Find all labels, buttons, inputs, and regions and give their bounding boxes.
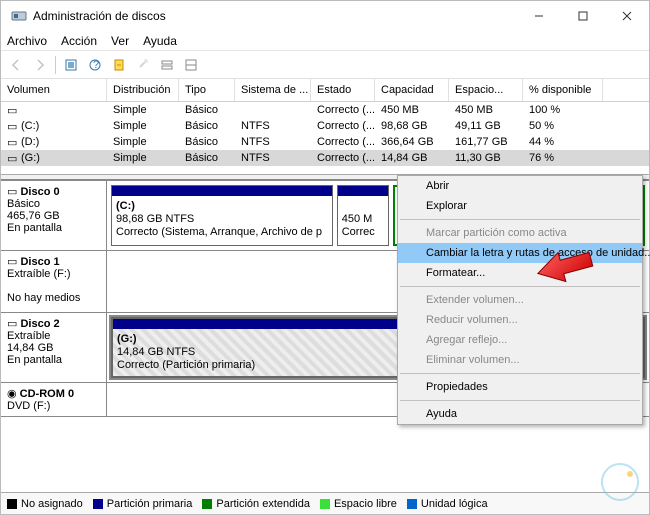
partition[interactable]: 450 MCorrec (337, 185, 389, 246)
ctx-eliminar[interactable]: Eliminar volumen... (398, 350, 642, 370)
legend-item: Partición extendida (202, 498, 310, 510)
pointer-arrow-icon (532, 252, 602, 305)
disk-label[interactable]: ◉ CD-ROM 0 DVD (F:) (1, 383, 107, 416)
col-tipo[interactable]: Tipo (179, 79, 235, 101)
ctx-abrir[interactable]: Abrir (398, 176, 642, 196)
disk-name: Disco 1 (20, 256, 59, 268)
col-volumen[interactable]: Volumen (1, 79, 107, 101)
volume-columns: Volumen Distribución Tipo Sistema de ...… (1, 79, 649, 102)
ctx-cambiar-letra[interactable]: Cambiar la letra y rutas de acceso de un… (398, 243, 642, 263)
partition[interactable]: (C:)98,68 GB NTFSCorrecto (Sistema, Arra… (111, 185, 333, 246)
menu-separator (400, 219, 640, 220)
context-menu: Abrir Explorar Marcar partición como act… (397, 175, 643, 425)
disk-icon: ▭ (7, 186, 17, 198)
legend-item: Unidad lógica (407, 498, 488, 510)
ctx-reflejo[interactable]: Agregar reflejo... (398, 330, 642, 350)
action-button[interactable] (108, 54, 130, 76)
col-espacio[interactable]: Espacio... (449, 79, 523, 101)
app-icon (9, 6, 29, 26)
swatch (202, 499, 212, 509)
window-title: Administración de discos (33, 9, 166, 23)
col-capacidad[interactable]: Capacidad (375, 79, 449, 101)
close-button[interactable] (605, 1, 649, 31)
ctx-extender[interactable]: Extender volumen... (398, 290, 642, 310)
col-estado[interactable]: Estado (311, 79, 375, 101)
help-button[interactable]: ? (84, 54, 106, 76)
ctx-propiedades[interactable]: Propiedades (398, 377, 642, 397)
back-button[interactable] (5, 54, 27, 76)
legend-item: Partición primaria (93, 498, 193, 510)
menu-archivo[interactable]: Archivo (7, 34, 47, 48)
ctx-marcar-activa[interactable]: Marcar partición como activa (398, 223, 642, 243)
disk-icon: ▭ (7, 318, 17, 330)
drive-icon: ▭ (7, 104, 21, 117)
forward-button[interactable] (29, 54, 51, 76)
vol-name: (G:) (21, 152, 40, 164)
disk-name: Disco 0 (20, 186, 59, 198)
menu-separator (400, 373, 640, 374)
ctx-explorar[interactable]: Explorar (398, 196, 642, 216)
refresh-button[interactable] (60, 54, 82, 76)
menu-ver[interactable]: Ver (111, 34, 129, 48)
drive-icon: ▭ (7, 136, 21, 149)
legend: No asignado Partición primaria Partición… (1, 492, 649, 514)
col-distribucion[interactable]: Distribución (107, 79, 179, 101)
menu-separator (400, 286, 640, 287)
volume-row[interactable]: ▭ Simple Básico Correcto (... 450 MB 450… (1, 102, 649, 118)
ctx-reducir[interactable]: Reducir volumen... (398, 310, 642, 330)
swatch (407, 499, 417, 509)
vol-name: (D:) (21, 136, 39, 148)
swatch (93, 499, 103, 509)
list-view-large-button[interactable] (180, 54, 202, 76)
list-view-small-button[interactable] (156, 54, 178, 76)
ctx-ayuda[interactable]: Ayuda (398, 404, 642, 424)
swatch (7, 499, 17, 509)
titlebar: Administración de discos (1, 1, 649, 31)
volume-row[interactable]: ▭(G:) Simple Básico NTFS Correcto (... 1… (1, 150, 649, 166)
menu-ayuda[interactable]: Ayuda (143, 34, 177, 48)
col-disponible[interactable]: % disponible (523, 79, 603, 101)
menu-separator (400, 400, 640, 401)
volume-row[interactable]: ▭(D:) Simple Básico NTFS Correcto (... 3… (1, 134, 649, 150)
minimize-button[interactable] (517, 1, 561, 31)
swatch (320, 499, 330, 509)
toolbar: ? (1, 51, 649, 79)
disk-label[interactable]: ▭ Disco 1 Extraíble (F:) No hay medios (1, 251, 107, 312)
maximize-button[interactable] (561, 1, 605, 31)
disk-label[interactable]: ▭ Disco 2 Extraíble 14,84 GB En pantalla (1, 313, 107, 382)
watermark-icon (598, 460, 642, 507)
menu-accion[interactable]: Acción (61, 34, 97, 48)
properties-button[interactable] (132, 54, 154, 76)
disk-label[interactable]: ▭ Disco 0 Básico 465,76 GB En pantalla (1, 181, 107, 250)
col-sistema[interactable]: Sistema de ... (235, 79, 311, 101)
svg-text:?: ? (93, 59, 99, 71)
drive-icon: ▭ (7, 120, 21, 133)
ctx-formatear[interactable]: Formatear... (398, 263, 642, 283)
menubar: Archivo Acción Ver Ayuda (1, 31, 649, 51)
volume-row[interactable]: ▭(C:) Simple Básico NTFS Correcto (... 9… (1, 118, 649, 134)
disk-name: Disco 2 (20, 318, 59, 330)
cdrom-icon: ◉ (7, 388, 17, 400)
drive-icon: ▭ (7, 152, 21, 165)
legend-item: No asignado (7, 498, 83, 510)
legend-item: Espacio libre (320, 498, 397, 510)
volume-list: ▭ Simple Básico Correcto (... 450 MB 450… (1, 102, 649, 174)
vol-name: (C:) (21, 120, 39, 132)
disk-name: CD-ROM 0 (20, 388, 74, 400)
disk-icon: ▭ (7, 256, 17, 268)
